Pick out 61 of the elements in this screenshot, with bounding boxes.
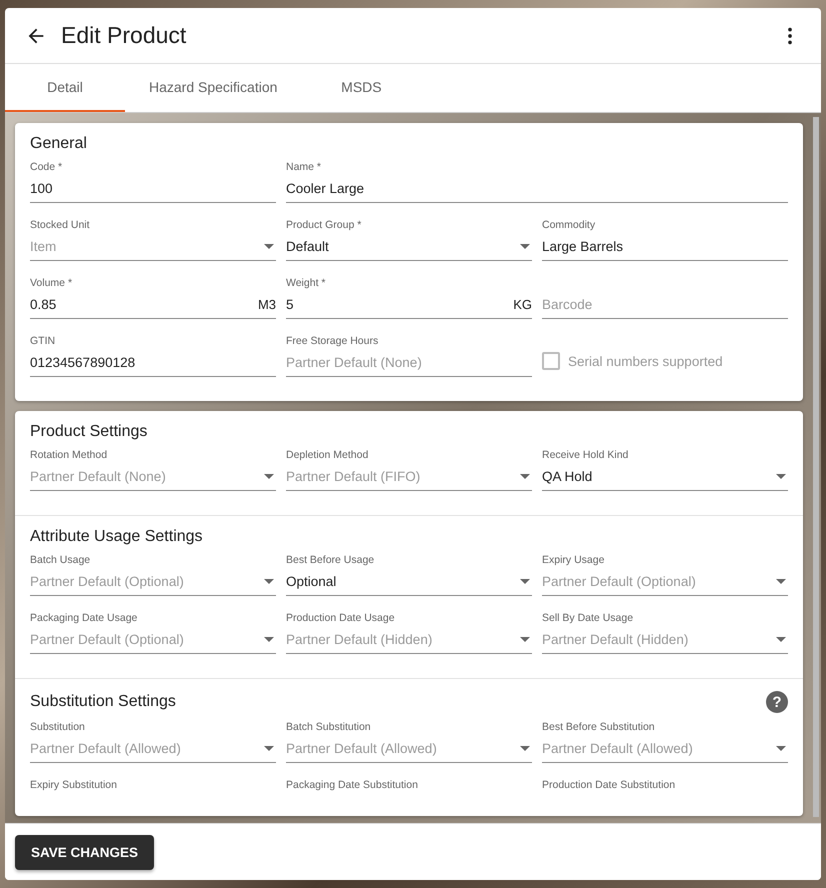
help-icon[interactable]: ? (766, 691, 788, 713)
caret-icon (264, 636, 274, 642)
section-title: General (30, 135, 87, 153)
field-label: Code * (30, 161, 64, 174)
tab[interactable]: MSDS (301, 64, 422, 112)
field-label: Best Before Substitution (542, 721, 656, 734)
field-label: Commodity (542, 219, 596, 232)
field-label: Depletion Method (286, 449, 370, 462)
caret-icon (264, 244, 274, 248)
input-field[interactable]: Cooler Large (286, 174, 788, 203)
section-title: Attribute Usage Settings (30, 528, 203, 546)
input-field[interactable]: Large Barrels (542, 232, 788, 261)
section-title: Substitution Settings (30, 693, 176, 711)
caret-icon (520, 244, 530, 248)
caret-icon (776, 636, 786, 642)
field-label: Name * (286, 161, 322, 174)
field-label: Batch Substitution (286, 721, 372, 734)
dropdown-field[interactable]: Default (286, 232, 532, 261)
field-label: Production Date Substitution (542, 779, 676, 792)
caret-icon (520, 636, 530, 642)
save-changes-button[interactable]: SAVE CHANGES (15, 834, 154, 870)
field-label: GTIN (30, 335, 56, 348)
scrollbar[interactable] (813, 117, 819, 817)
caret-icon (776, 578, 786, 584)
field-label: Stocked Unit (30, 219, 91, 232)
input-field[interactable]: 0.85 M3 (30, 290, 276, 319)
checkbox[interactable] (542, 352, 560, 370)
unit-suffix: KG (513, 296, 532, 312)
input-field[interactable]: 100 (30, 174, 276, 203)
caret-icon (264, 474, 274, 478)
dropdown-field[interactable]: QA Hold (542, 462, 788, 491)
field-label: Product Group * (286, 219, 362, 232)
caret-icon (776, 474, 786, 478)
field-label: Substitution (30, 721, 86, 734)
field-label: Volume * (30, 277, 74, 290)
input-field[interactable]: 01234567890128 (30, 348, 276, 377)
field-label: Batch Usage (30, 554, 92, 567)
field-label: Free Storage Hours (286, 335, 380, 348)
field-label: Sell By Date Usage (542, 612, 634, 625)
checkbox-label: Serial numbers supported (568, 354, 723, 368)
tab[interactable]: Hazard Specification (125, 64, 302, 112)
caret-icon (520, 578, 530, 584)
field-label: Expiry Substitution (30, 779, 118, 792)
field-label: Best Before Usage (286, 554, 376, 567)
input-field[interactable]: 5 KG (286, 290, 532, 319)
field-label: Weight * (286, 277, 326, 290)
field-label: Receive Hold Kind (542, 449, 630, 462)
field-label: Expiry Usage (542, 554, 606, 567)
field-label: Packaging Date Substitution (286, 779, 419, 792)
field-label: Rotation Method (30, 449, 108, 462)
caret-icon (264, 578, 274, 584)
field-label: Packaging Date Usage (30, 612, 138, 625)
dropdown-field[interactable]: Optional (286, 567, 532, 596)
caret-icon (520, 746, 530, 750)
caret-icon (520, 474, 530, 478)
section-title: Product Settings (30, 423, 148, 441)
caret-icon (264, 746, 274, 750)
field-label: Production Date Usage (286, 612, 396, 625)
page-title: Edit Product (61, 22, 188, 49)
unit-suffix: M3 (258, 296, 276, 312)
caret-icon (776, 746, 786, 750)
